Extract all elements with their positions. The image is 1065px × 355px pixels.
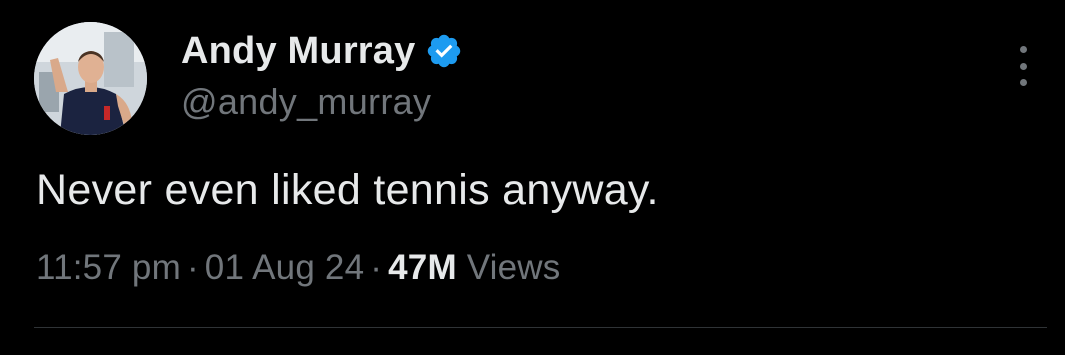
- more-dot: [1019, 79, 1027, 86]
- verified-badge-icon: [425, 32, 463, 70]
- tweet-time[interactable]: 11:57 pm: [36, 248, 181, 287]
- more-options-icon[interactable]: [1013, 46, 1033, 86]
- author-name-row: Andy Murray: [181, 27, 463, 75]
- more-dot: [1019, 62, 1027, 70]
- tweet-text: Never even liked tennis anyway.: [36, 166, 659, 214]
- tweet-meta: 11:57 pm · 01 Aug 24 · 47M Views: [36, 248, 560, 288]
- views-label: Views: [466, 248, 561, 287]
- meta-separator: ·: [186, 248, 199, 287]
- avatar-photo: [34, 22, 147, 135]
- author-info: Andy Murray @andy_murray: [181, 27, 463, 123]
- tweet-card: Andy Murray @andy_murray Never even like…: [0, 0, 1065, 355]
- author-display-name[interactable]: Andy Murray: [181, 30, 415, 73]
- tweet-date[interactable]: 01 Aug 24: [205, 248, 364, 287]
- views-count: 47M: [388, 248, 457, 287]
- author-avatar[interactable]: [34, 22, 147, 135]
- meta-separator: ·: [370, 248, 383, 287]
- divider: [34, 327, 1047, 328]
- author-handle[interactable]: @andy_murray: [181, 81, 463, 123]
- more-dot: [1019, 46, 1027, 53]
